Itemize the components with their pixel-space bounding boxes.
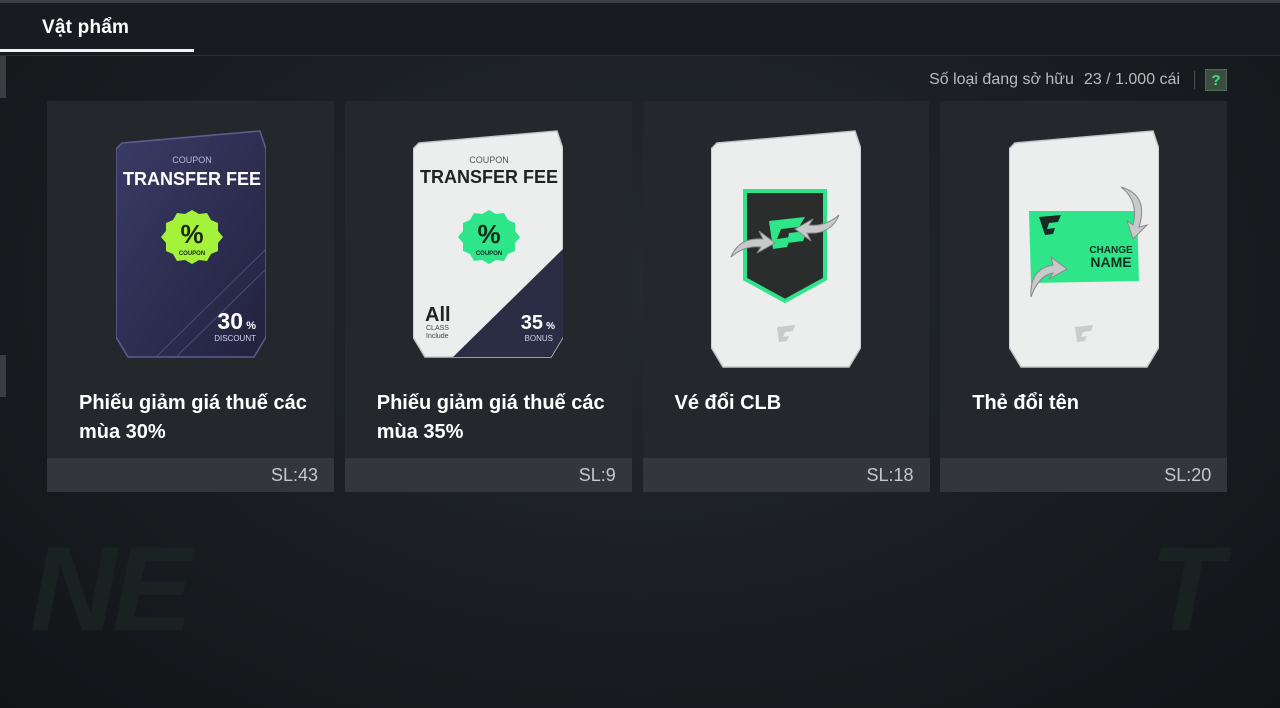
svg-text:TRANSFER FEE: TRANSFER FEE [122, 169, 260, 189]
item-quantity: SL:9 [578, 464, 616, 485]
item-card[interactable]: Vé đổi CLB SL:18 [642, 101, 930, 492]
item-quantity-bar: SL:20 [940, 458, 1228, 492]
background-logo-text: NE [30, 522, 193, 656]
item-card[interactable]: COUPON TRANSFER FEE % COUPON All CLASS I… [344, 101, 632, 492]
svg-text:30: 30 [217, 308, 243, 334]
svg-text:%: % [546, 321, 555, 332]
item-quantity: SL:43 [270, 464, 318, 485]
item-card[interactable]: COUPON TRANSFER FEE % COUPON 30 % DISCOU… [47, 101, 334, 492]
help-button[interactable]: ? [1205, 69, 1227, 91]
svg-text:CLASS: CLASS [426, 325, 449, 332]
svg-text:%: % [180, 219, 203, 249]
help-icon: ? [1211, 71, 1221, 89]
divider [1194, 71, 1195, 89]
svg-text:%: % [246, 320, 256, 332]
item-quantity-bar: SL:43 [47, 458, 334, 492]
svg-text:NAME: NAME [1090, 254, 1131, 270]
svg-text:COUPON: COUPON [476, 251, 502, 257]
tab-items-label: Vật phẩm [42, 17, 130, 38]
item-title: Thẻ đổi tên [972, 392, 1079, 414]
svg-text:%: % [478, 219, 501, 249]
svg-text:DISCOUNT: DISCOUNT [214, 334, 256, 343]
svg-text:35: 35 [521, 312, 543, 334]
left-edge-marker [0, 56, 6, 98]
inventory-count-value: 23 / 1.000 cái [1083, 71, 1180, 88]
item-title: Phiếu giảm giá thuế các mùa 35% [376, 392, 605, 443]
item-quantity-bar: SL:18 [642, 458, 930, 492]
item-title: Phiếu giảm giá thuế các mùa 30% [79, 392, 307, 443]
item-card[interactable]: CHANGE NAME Thẻ đổi tên SL:20 [940, 101, 1228, 492]
tab-active-indicator [0, 49, 194, 52]
item-quantity-bar: SL:9 [344, 458, 632, 492]
item-quantity: SL:18 [866, 464, 914, 485]
svg-text:TRANSFER FEE: TRANSFER FEE [420, 167, 558, 187]
left-edge-marker [0, 355, 6, 397]
item-image: COUPON TRANSFER FEE % COUPON All CLASS I… [345, 101, 632, 376]
item-quantity: SL:20 [1164, 464, 1212, 485]
item-image: COUPON TRANSFER FEE % COUPON 30 % DISCOU… [47, 101, 334, 376]
item-image [643, 101, 930, 376]
background-logo-text: T [1150, 522, 1223, 656]
club-change-ticket-icon [711, 130, 861, 368]
item-title: Vé đổi CLB [674, 392, 782, 414]
transfer-fee-coupon-30-icon: COUPON TRANSFER FEE % COUPON 30 % DISCOU… [115, 130, 266, 358]
svg-text:COUPON: COUPON [172, 155, 212, 165]
top-bar-line [0, 0, 1280, 3]
svg-text:All: All [425, 304, 451, 326]
transfer-fee-coupon-35-icon: COUPON TRANSFER FEE % COUPON All CLASS I… [413, 130, 564, 358]
svg-text:Include: Include [426, 333, 449, 340]
item-grid: COUPON TRANSFER FEE % COUPON 30 % DISCOU… [47, 101, 1228, 492]
svg-text:COUPON: COUPON [178, 251, 204, 257]
svg-text:COUPON: COUPON [469, 155, 509, 165]
inventory-count: Số loại đang sở hữu 23 / 1.000 cái ? [929, 68, 1227, 92]
item-image: CHANGE NAME [940, 101, 1227, 376]
svg-text:BONUS: BONUS [525, 334, 553, 343]
name-change-card-icon: CHANGE NAME [1008, 130, 1159, 368]
tab-items[interactable]: Vật phẩm [0, 14, 194, 54]
top-bar: Vật phẩm [0, 0, 1280, 56]
inventory-count-label: Số loại đang sở hữu [929, 71, 1074, 88]
